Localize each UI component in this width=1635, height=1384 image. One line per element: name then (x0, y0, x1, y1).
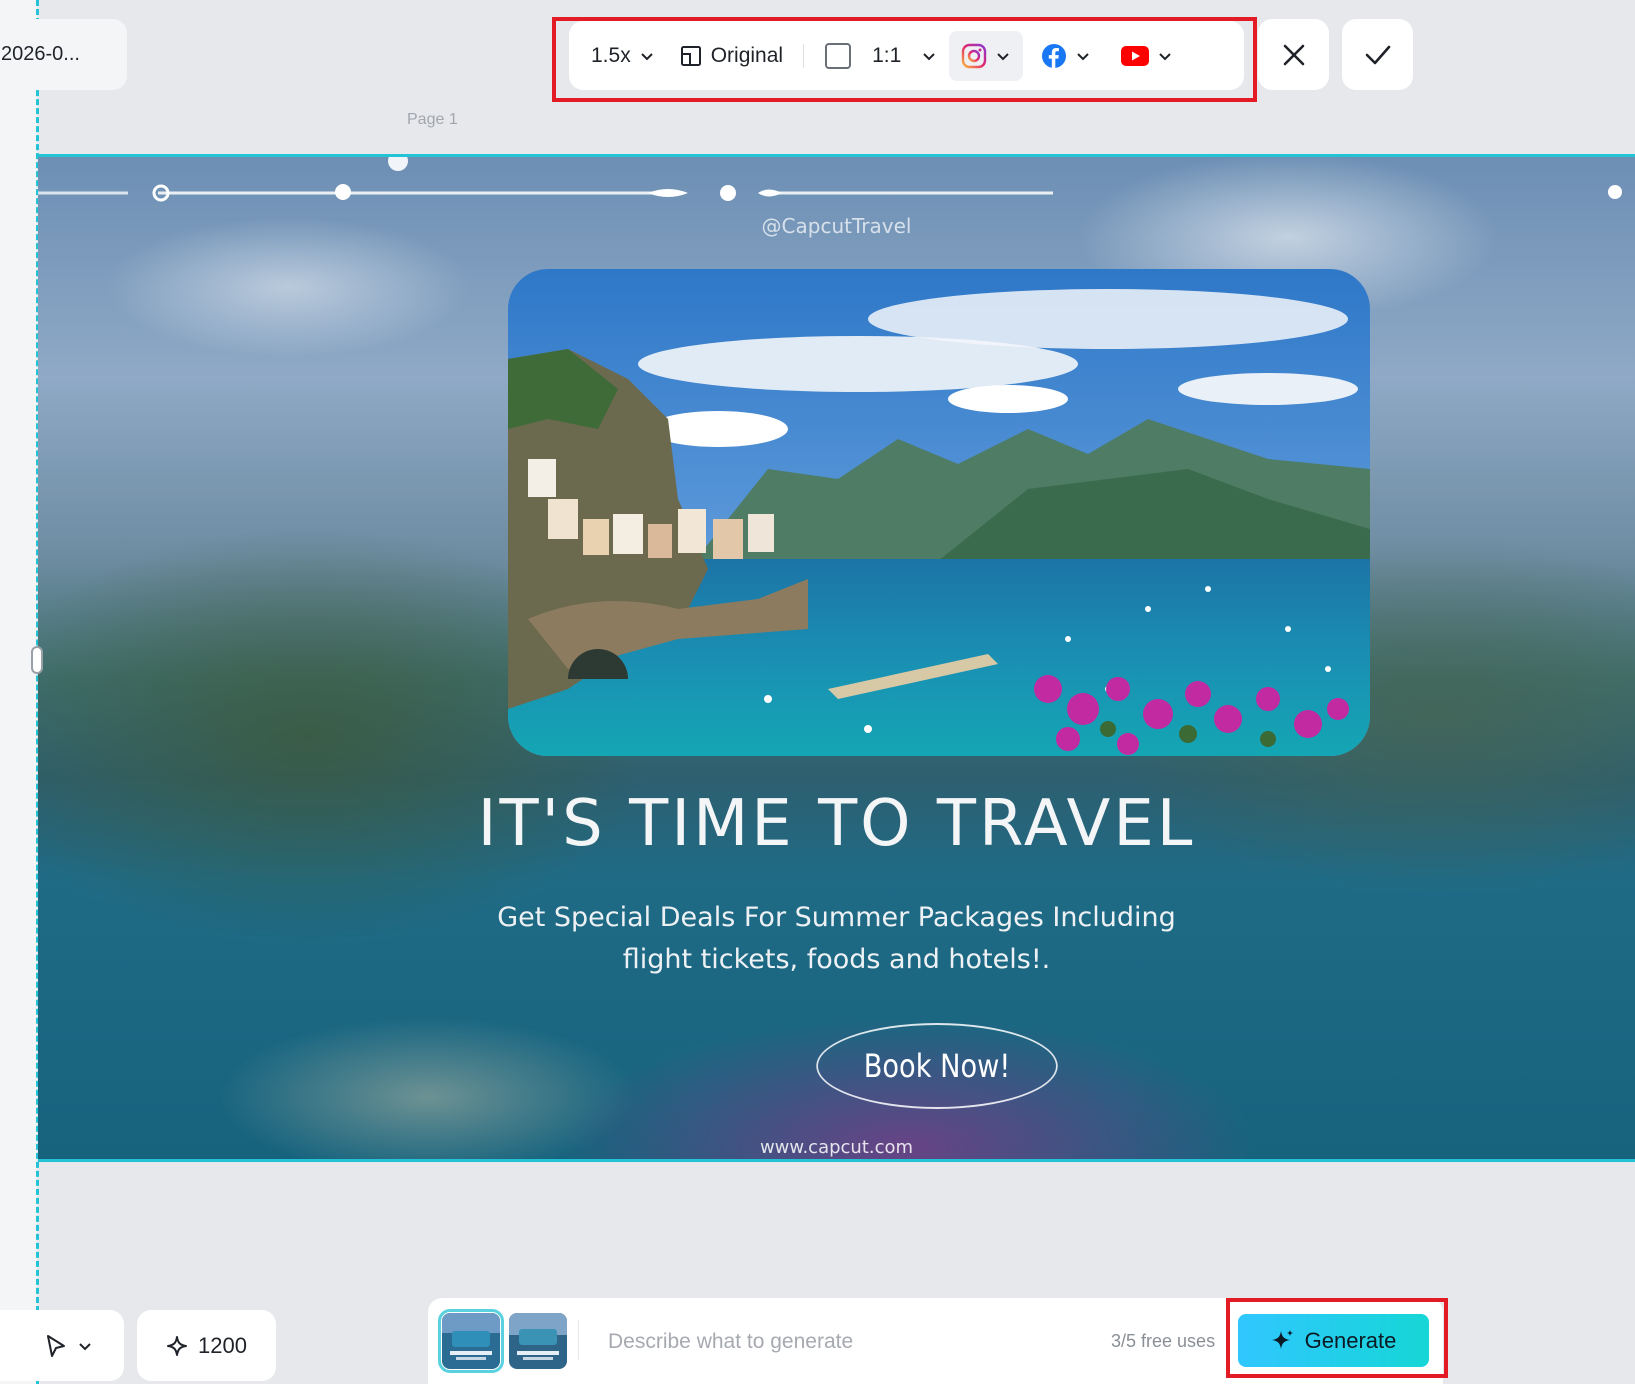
youtube-dropdown[interactable] (1109, 31, 1185, 81)
travel-photo[interactable] (508, 269, 1370, 756)
facebook-icon (1042, 43, 1067, 68)
divider (578, 1320, 579, 1360)
prompt-input[interactable] (608, 1322, 1068, 1362)
cursor-icon (47, 1334, 65, 1357)
headline[interactable]: IT'S TIME TO TRAVEL (38, 787, 1635, 861)
layout-icon (680, 45, 701, 66)
square-ratio-icon (825, 42, 852, 69)
credits-value: 1200 (198, 1332, 247, 1358)
youtube-icon (1121, 45, 1150, 66)
export-toolbar: 1.5x Original 1:1 (569, 21, 1244, 90)
subheadline[interactable]: Get Special Deals For Summer Packages In… (38, 897, 1635, 981)
chevron-down-icon (1159, 52, 1171, 60)
instagram-dropdown[interactable] (949, 30, 1024, 81)
check-icon (1365, 45, 1390, 64)
book-now-button[interactable]: Book Now! (816, 1023, 1058, 1109)
design-canvas[interactable]: @CapcutTravel IT'S TIME TO TRAVEL Get Sp… (38, 154, 1635, 1162)
social-handle: @CapcutTravel (761, 214, 912, 238)
page-label: Page 1 (407, 111, 458, 128)
decorative-line (38, 157, 1622, 202)
sparkle-icon (167, 1335, 188, 1356)
chevron-down-icon (640, 52, 653, 60)
website-url[interactable]: www.capcut.com (38, 1137, 1635, 1158)
ratio-value: 1:1 (872, 43, 902, 67)
confirm-button[interactable] (1342, 19, 1413, 90)
facebook-dropdown[interactable] (1029, 31, 1103, 81)
chevron-down-icon (997, 52, 1009, 60)
subheadline-line-2: flight tickets, foods and hotels!. (622, 944, 1051, 975)
speed-dropdown[interactable]: 1.5x (579, 31, 667, 81)
panel-resize-handle[interactable] (31, 646, 43, 674)
subheadline-line-1: Get Special Deals For Summer Packages In… (497, 902, 1176, 933)
file-name[interactable]: 2026-0... (0, 19, 127, 90)
layout-original-button[interactable]: Original (667, 31, 795, 81)
free-uses-counter: 3/5 free uses (1111, 1331, 1216, 1351)
toolbar-divider (803, 43, 805, 68)
generate-label: Generate (1304, 1327, 1397, 1353)
generate-button[interactable]: Generate (1238, 1314, 1429, 1367)
close-icon (1283, 44, 1304, 65)
thumbnail-1[interactable] (438, 1309, 504, 1373)
thumbnail-2[interactable] (509, 1313, 567, 1369)
close-button[interactable] (1258, 19, 1329, 90)
chevron-down-icon (79, 1342, 91, 1350)
layout-label: Original (710, 43, 784, 67)
ratio-dropdown[interactable]: 1:1 (812, 31, 949, 81)
sparkle-icon (1271, 1329, 1293, 1349)
chevron-down-icon (1077, 52, 1089, 60)
chevron-down-icon (923, 52, 935, 60)
credits-button[interactable]: 1200 (137, 1310, 276, 1381)
instagram-icon (962, 43, 987, 68)
left-panel-strip (0, 0, 37, 1384)
speed-value: 1.5x (591, 43, 631, 67)
select-tool-dropdown[interactable] (0, 1310, 124, 1381)
